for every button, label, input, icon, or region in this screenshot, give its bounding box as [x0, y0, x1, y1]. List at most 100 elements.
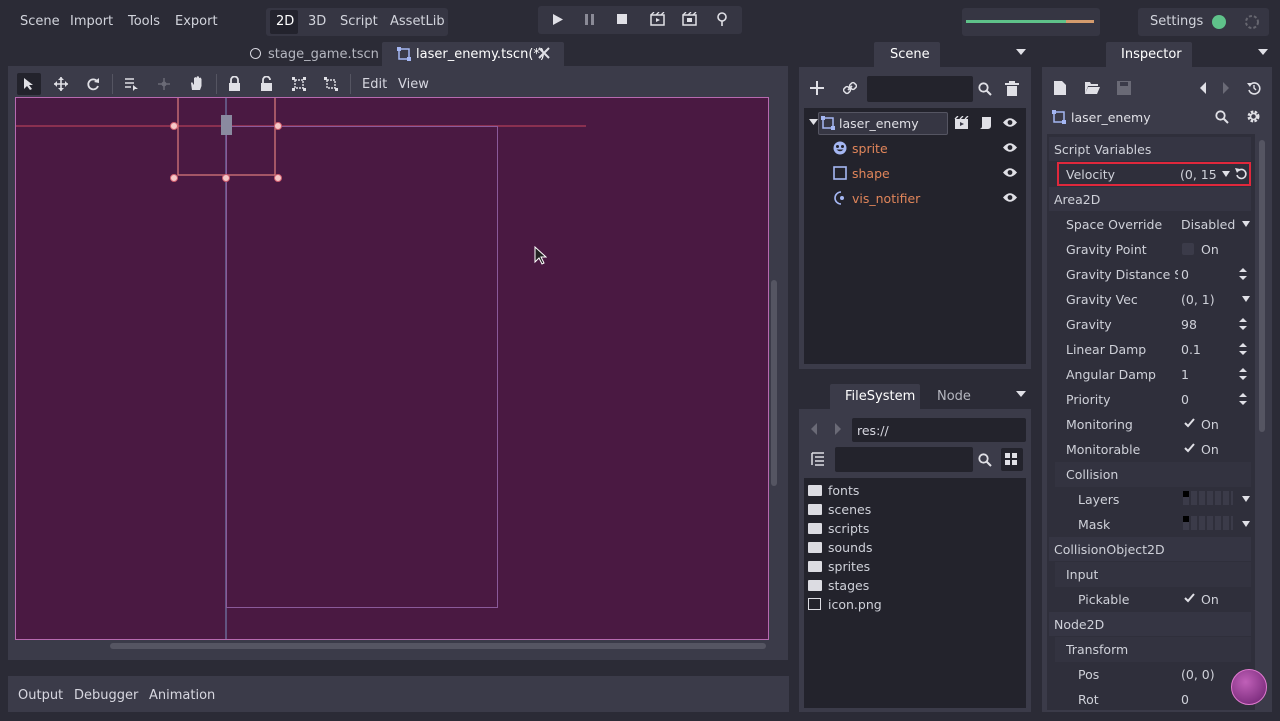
checkmark-icon[interactable] [1184, 443, 1195, 453]
view-menu-button[interactable]: View [398, 77, 429, 92]
prop-linear-damp[interactable]: Linear Damp 0.1 [1055, 337, 1251, 362]
workspace-assetlib-button[interactable]: AssetLib [390, 14, 445, 29]
layer-bits-grid[interactable] [1183, 516, 1233, 530]
prop-value[interactable]: (0, 0) [1181, 667, 1215, 682]
prop-angular-damp[interactable]: Angular Damp 1 [1055, 362, 1251, 387]
visibility-eye-icon[interactable] [1003, 192, 1017, 203]
file-item[interactable]: scenes [808, 502, 871, 521]
move-tool-icon[interactable] [54, 77, 68, 91]
close-tab-icon[interactable] [538, 47, 550, 59]
checkbox-unchecked[interactable] [1182, 243, 1194, 255]
menu-tools[interactable]: Tools [128, 14, 160, 29]
prop-value[interactable]: 1 [1181, 367, 1189, 382]
prop-collision-layers[interactable]: Layers [1055, 487, 1251, 512]
prop-velocity[interactable]: Velocity (0, 15 [1057, 162, 1251, 186]
checkmark-icon[interactable] [1184, 418, 1195, 428]
prop-value[interactable]: Disabled [1181, 217, 1235, 232]
spinner-icon[interactable] [1239, 367, 1247, 381]
scene-filter-input[interactable] [867, 76, 973, 102]
play-scene-icon[interactable] [650, 12, 665, 26]
add-node-icon[interactable] [810, 81, 824, 95]
prop-gravity[interactable]: Gravity 98 [1055, 312, 1251, 337]
section-script-variables[interactable]: Script Variables [1049, 137, 1251, 161]
search-icon[interactable] [978, 82, 992, 96]
prop-space-override[interactable]: Space Override Disabled [1055, 212, 1251, 237]
workspace-script-button[interactable]: Script [340, 14, 378, 29]
workspace-3d-button[interactable]: 3D [308, 14, 326, 29]
group-icon[interactable] [292, 77, 306, 91]
section-node2d[interactable]: Node2D [1049, 612, 1251, 636]
history-icon[interactable] [1247, 81, 1261, 95]
visibility-eye-icon[interactable] [1003, 117, 1017, 128]
prop-value[interactable]: 0 [1181, 392, 1189, 407]
search-icon[interactable] [1215, 110, 1229, 124]
dropdown-arrow-icon[interactable] [1242, 496, 1250, 502]
lock-icon[interactable] [228, 76, 241, 91]
prop-value[interactable]: (0, 1) [1181, 292, 1215, 307]
gear-icon[interactable] [1246, 109, 1261, 124]
file-item[interactable]: stages [808, 578, 869, 597]
dropdown-arrow-icon[interactable] [1242, 521, 1250, 527]
node-sprite-label[interactable]: sprite [852, 141, 888, 156]
prop-monitoring[interactable]: Monitoring On [1055, 412, 1251, 437]
dropdown-arrow-icon[interactable] [1242, 296, 1250, 302]
history-forward-icon[interactable] [1222, 82, 1230, 94]
group-input[interactable]: Input [1055, 562, 1251, 587]
forward-arrow-icon[interactable] [834, 423, 842, 435]
prop-priority[interactable]: Priority 0 [1055, 387, 1251, 412]
pause-icon[interactable] [584, 13, 596, 26]
node-vis-notifier-label[interactable]: vis_notifier [852, 191, 920, 206]
viewport-hscroll[interactable] [110, 643, 766, 649]
canvas-2d[interactable] [15, 97, 769, 640]
pan-hand-icon[interactable] [189, 76, 203, 91]
ungroup-icon[interactable] [324, 77, 338, 91]
prop-collision-mask[interactable]: Mask [1055, 512, 1251, 537]
history-back-icon[interactable] [1199, 82, 1207, 94]
file-item[interactable]: fonts [808, 483, 859, 502]
file-item[interactable]: sounds [808, 540, 872, 559]
instance-link-icon[interactable] [843, 81, 857, 95]
script-icon[interactable] [979, 116, 993, 130]
trash-icon[interactable] [1005, 81, 1019, 96]
spinner-icon[interactable] [1239, 267, 1247, 281]
file-item[interactable]: scripts [808, 521, 869, 540]
dock-menu-arrow-icon[interactable] [1016, 390, 1026, 398]
prop-value[interactable]: 0 [1181, 267, 1189, 282]
prop-pos[interactable]: Pos (0, 0) [1055, 662, 1251, 687]
node-shape-label[interactable]: shape [852, 166, 890, 181]
section-area2d[interactable]: Area2D [1049, 187, 1251, 211]
group-collision[interactable]: Collision [1055, 462, 1251, 487]
layer-bit-active[interactable] [1183, 491, 1189, 497]
play-custom-scene-icon[interactable] [682, 12, 697, 26]
visibility-eye-icon[interactable] [1003, 142, 1017, 153]
remote-debug-icon[interactable] [716, 12, 728, 27]
spinner-icon[interactable] [1239, 342, 1247, 356]
tree-toggle-icon[interactable] [811, 452, 825, 466]
dropdown-arrow-icon[interactable] [1242, 221, 1250, 227]
rotate-tool-icon[interactable] [86, 77, 100, 91]
debugger-tab[interactable]: Debugger [74, 688, 138, 703]
save-icon[interactable] [1117, 81, 1131, 95]
open-scene-icon[interactable] [954, 116, 969, 130]
output-tab[interactable]: Output [18, 688, 63, 703]
menu-import[interactable]: Import [70, 14, 113, 29]
dock-menu-arrow-icon[interactable] [1016, 48, 1026, 56]
dropdown-arrow-icon[interactable] [1222, 171, 1230, 177]
menu-scene[interactable]: Scene [20, 14, 60, 29]
visibility-eye-icon[interactable] [1003, 167, 1017, 178]
prop-monitorable[interactable]: Monitorable On [1055, 437, 1251, 462]
prop-gravity-vec[interactable]: Gravity Vec (0, 1) [1055, 287, 1251, 312]
checkmark-icon[interactable] [1184, 593, 1195, 603]
prop-value[interactable]: 0.1 [1181, 342, 1201, 357]
prop-gravity-point[interactable]: Gravity Point On [1055, 237, 1251, 262]
collapse-arrow-icon[interactable] [809, 119, 818, 126]
spinner-icon[interactable] [1239, 392, 1247, 406]
prop-gravity-distance-scale[interactable]: Gravity Distance Sc 0 [1055, 262, 1251, 287]
back-arrow-icon[interactable] [810, 423, 818, 435]
prop-value[interactable]: 0 [1181, 692, 1189, 707]
prop-pickable[interactable]: Pickable On [1055, 587, 1251, 612]
open-folder-icon[interactable] [1085, 82, 1100, 94]
new-resource-icon[interactable] [1054, 81, 1066, 95]
list-select-icon[interactable] [124, 77, 139, 91]
edit-menu-button[interactable]: Edit [362, 77, 387, 92]
